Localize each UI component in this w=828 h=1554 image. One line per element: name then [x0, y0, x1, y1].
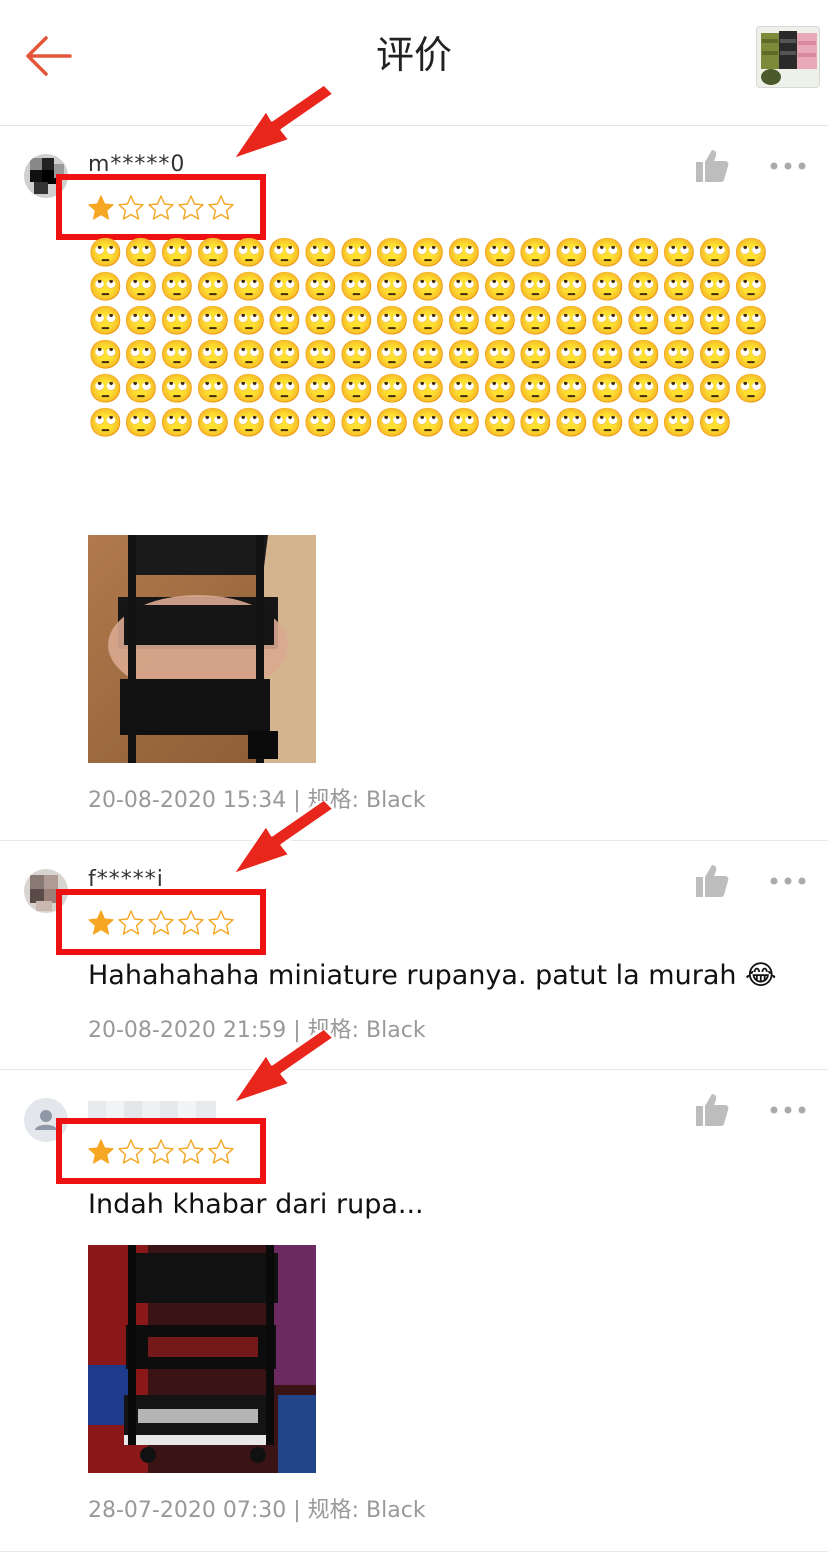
review-meta: 28-07-2020 07:30 | 规格: Black — [88, 1498, 426, 1523]
more-horizontal-icon — [770, 877, 806, 885]
review-text: Indah khabar dari rupa... — [88, 1189, 424, 1220]
top-bar: 评价 — [0, 0, 828, 126]
page-title: 评价 — [375, 33, 452, 77]
review-item: Indah khabar dari rupa... 28-07-2020 07:… — [0, 1030, 828, 1552]
more-options-button[interactable] — [768, 1100, 808, 1120]
more-options-button[interactable] — [768, 871, 808, 891]
review-photo[interactable] — [88, 1245, 316, 1473]
product-thumbnail[interactable] — [756, 26, 820, 88]
red-arrow-annotation — [230, 86, 336, 162]
thumbs-up-icon — [696, 1094, 729, 1126]
like-button[interactable] — [692, 1092, 732, 1128]
more-horizontal-icon — [770, 1106, 806, 1114]
review-text: 🙄🙄🙄🙄🙄🙄🙄🙄🙄🙄🙄🙄🙄🙄🙄🙄🙄🙄🙄🙄🙄🙄🙄🙄🙄🙄🙄🙄🙄🙄🙄🙄🙄🙄🙄🙄🙄🙄🙄🙄… — [88, 236, 770, 439]
like-button[interactable] — [692, 863, 732, 899]
like-button[interactable] — [692, 148, 732, 184]
red-arrow-annotation — [230, 1030, 336, 1106]
username — [88, 1100, 228, 1119]
more-horizontal-icon — [770, 162, 806, 170]
more-options-button[interactable] — [768, 156, 808, 176]
review-text: Hahahahaha miniature rupanya. patut la m… — [88, 960, 777, 991]
review-item: m*****0 🙄🙄🙄🙄🙄🙄🙄🙄🙄🙄🙄🙄🙄🙄🙄🙄🙄🙄🙄🙄🙄🙄🙄🙄🙄🙄🙄🙄🙄🙄🙄🙄… — [0, 86, 828, 841]
review-item: f*****i Hahahahaha miniature rupanya. pa… — [0, 801, 828, 1070]
thumbs-up-icon — [696, 150, 729, 182]
thumbs-up-icon — [696, 865, 729, 897]
rating-highlight-box — [56, 889, 266, 955]
rating-highlight-box — [56, 174, 266, 240]
review-photo[interactable] — [88, 535, 316, 763]
rating-highlight-box — [56, 1118, 266, 1184]
red-arrow-annotation — [230, 801, 336, 877]
